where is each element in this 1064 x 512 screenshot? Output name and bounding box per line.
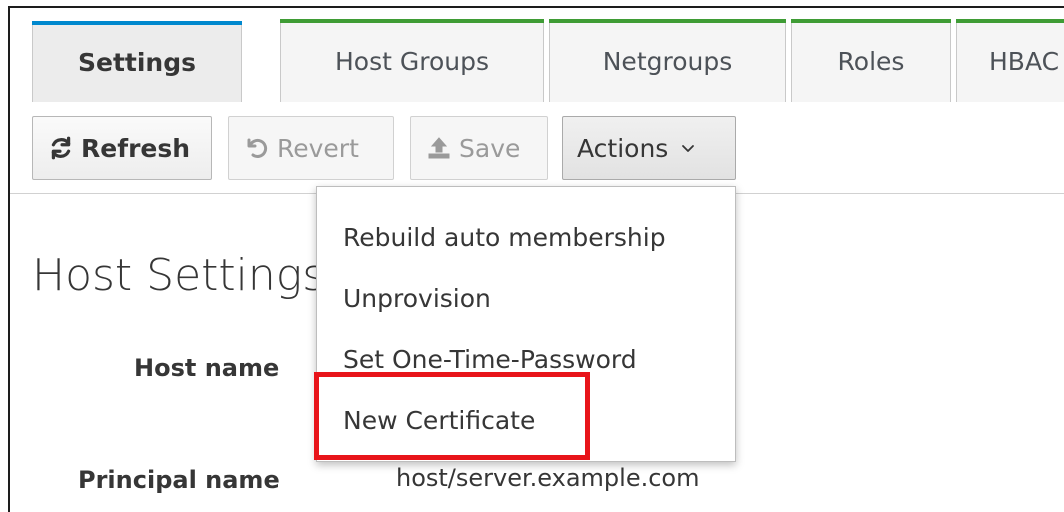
revert-button[interactable]: Revert — [228, 116, 394, 180]
save-label: Save — [459, 133, 521, 163]
tab-bar: Settings Host Groups Netgroups Roles HBA… — [10, 8, 1064, 102]
tab-netgroups-label: Netgroups — [602, 46, 733, 76]
toolbar: Refresh Revert Save Actions — [10, 102, 1064, 194]
menu-item-new-certificate[interactable]: New Certificate — [317, 390, 735, 451]
chevron-down-icon — [674, 134, 702, 162]
tab-settings[interactable]: Settings — [32, 21, 242, 102]
tab-host-groups-label: Host Groups — [334, 46, 489, 76]
refresh-button[interactable]: Refresh — [32, 116, 212, 180]
refresh-label: Refresh — [81, 133, 191, 163]
menu-item-rebuild-auto-membership[interactable]: Rebuild auto membership — [317, 207, 735, 268]
revert-label: Revert — [277, 133, 359, 163]
tab-roles[interactable]: Roles — [791, 19, 951, 102]
menu-item-set-otp[interactable]: Set One-Time-Password — [317, 329, 735, 390]
app-frame: Settings Host Groups Netgroups Roles HBA… — [8, 6, 1064, 512]
tab-host-groups[interactable]: Host Groups — [280, 19, 544, 102]
actions-dropdown-button[interactable]: Actions — [562, 116, 736, 180]
save-button[interactable]: Save — [410, 116, 548, 180]
tab-roles-label: Roles — [837, 46, 905, 76]
undo-icon — [243, 134, 271, 162]
tab-netgroups[interactable]: Netgroups — [549, 19, 786, 102]
actions-dropdown-menu: Rebuild auto membership Unprovision Set … — [316, 186, 736, 462]
menu-item-unprovision[interactable]: Unprovision — [317, 268, 735, 329]
page-title: Host Settings — [32, 250, 326, 301]
tab-hbac[interactable]: HBAC — [956, 19, 1064, 102]
actions-label: Actions — [577, 133, 669, 163]
upload-icon — [425, 134, 453, 162]
tab-hbac-label: HBAC — [989, 46, 1060, 76]
tab-settings-label: Settings — [77, 47, 196, 77]
principal-name-label: Principal name — [78, 466, 280, 494]
principal-name-value: host/server.example.com — [396, 464, 700, 492]
refresh-icon — [47, 134, 75, 162]
host-name-label: Host name — [134, 354, 280, 382]
